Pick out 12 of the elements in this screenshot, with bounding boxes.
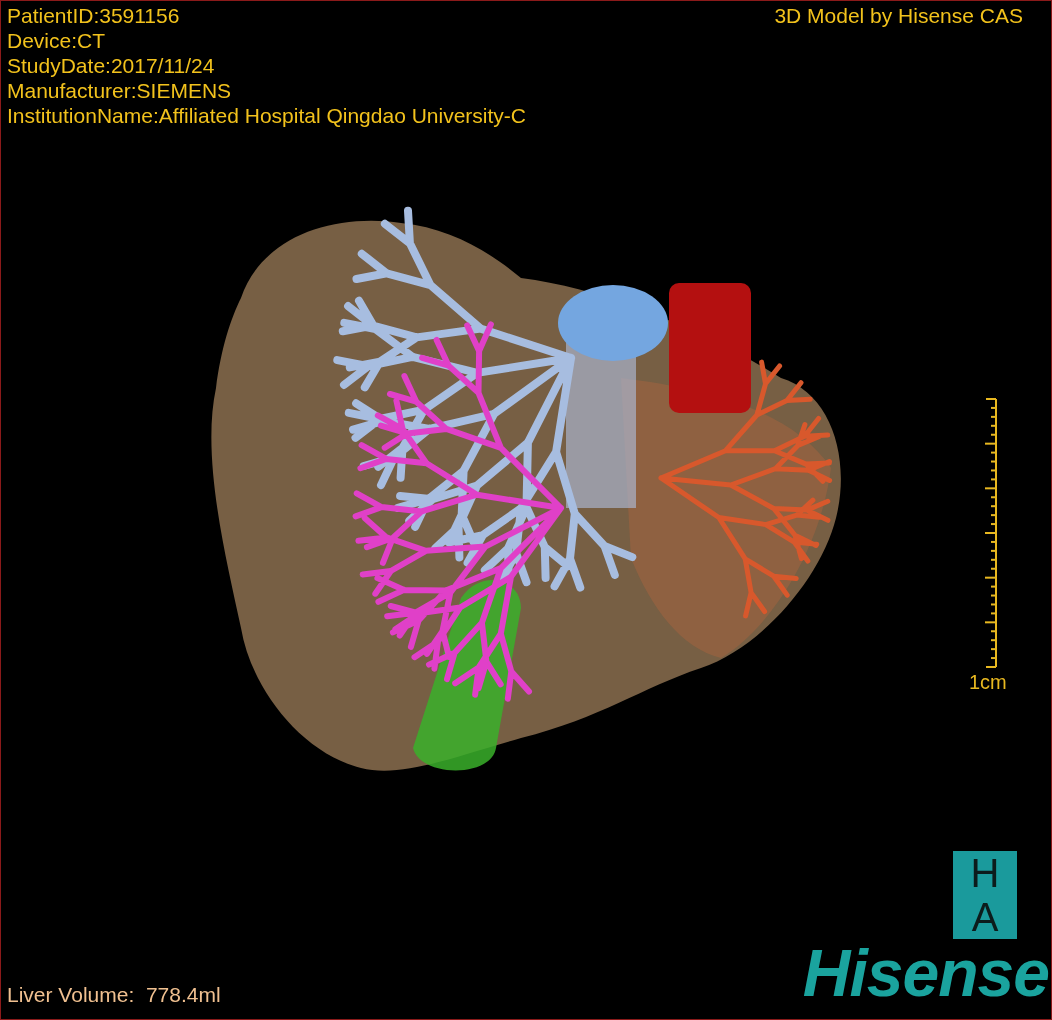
scale-label: 1cm — [969, 670, 1007, 694]
badge-letter: A — [970, 895, 1000, 939]
patient-info-text: StudyDate:2017/11/24 — [7, 53, 216, 78]
viewer-title: 3D Model by Hisense CAS — [774, 3, 1024, 28]
patient-info-text: InstitutionName:Affiliated Hospital Qingdao University-C — [7, 103, 526, 128]
liver-volume-text: Liver Volume: 778.4ml — [7, 982, 221, 1007]
patient-info-text: Device:CT — [7, 28, 107, 53]
badge-letter: H — [969, 851, 1001, 895]
patient-info-text: Manufacturer:SIEMENS — [7, 78, 233, 103]
brand-wordmark: Hisense — [802, 939, 1050, 1007]
scale-ruler-icon — [983, 398, 997, 668]
patient-info-text: PatientID:3591156 — [7, 3, 181, 28]
